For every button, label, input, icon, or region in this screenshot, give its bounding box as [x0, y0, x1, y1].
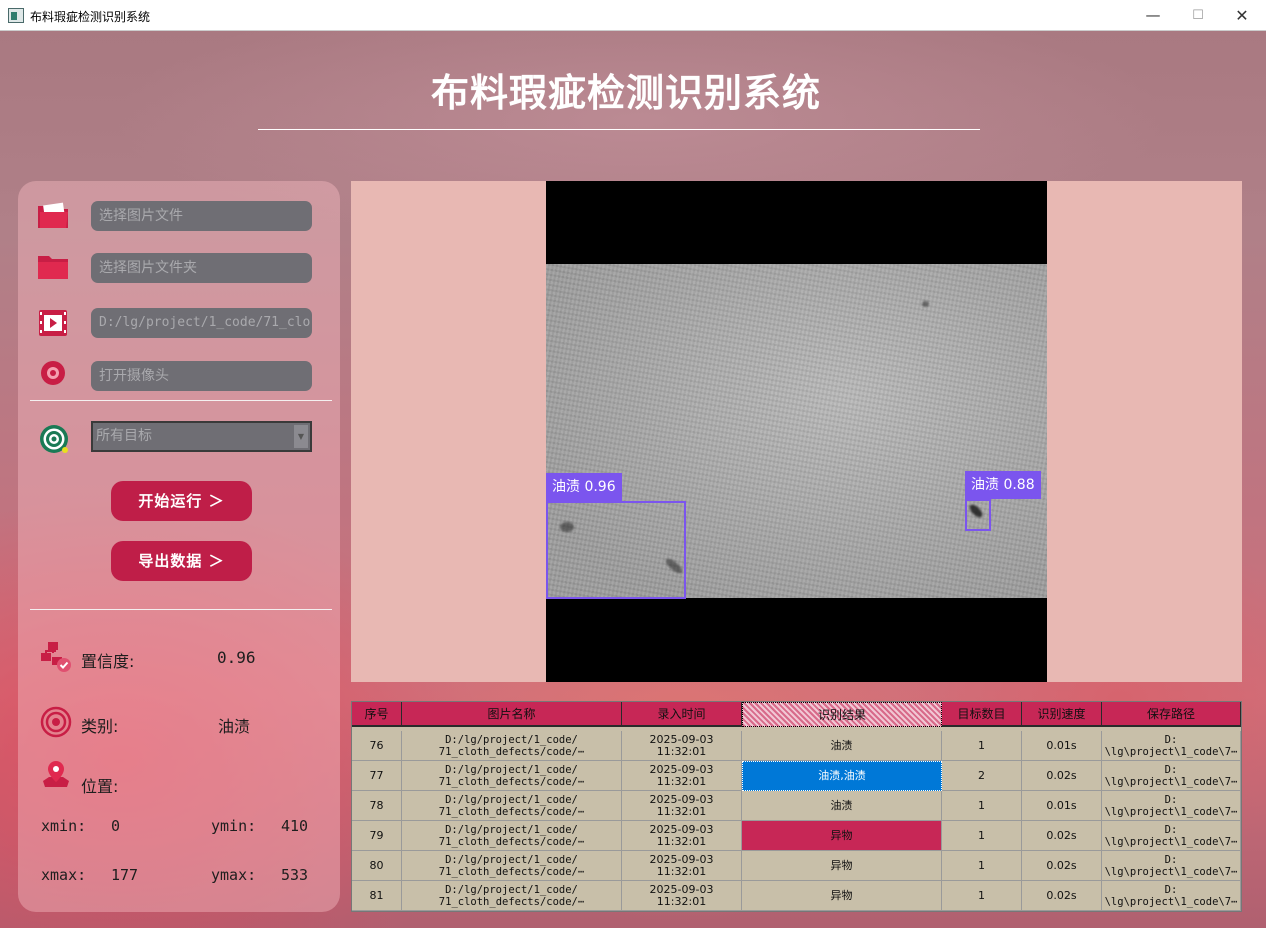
chevron-down-icon[interactable]: ▼	[294, 425, 308, 448]
table-cell-save-path[interactable]: D: \lg\project\1_code\7⋯	[1102, 761, 1241, 791]
folder-icon[interactable]	[36, 252, 70, 282]
column-header-target-count[interactable]: 目标数目	[942, 702, 1022, 727]
start-run-button[interactable]: 开始运行 ＞	[111, 481, 252, 521]
title-divider	[258, 129, 980, 130]
table-cell-image-name[interactable]: D:/lg/project/1_code/ 71_cloth_defects/c…	[402, 731, 622, 761]
table-cell-index[interactable]: 80	[352, 851, 402, 881]
table-cell-entry-time[interactable]: 2025-09-03 11:32:01	[622, 761, 742, 791]
window-titlebar: 布料瑕疵检测识别系统 — ☐ ✕	[0, 0, 1266, 31]
ymin-value: 410	[281, 817, 309, 835]
confidence-value: 0.96	[217, 648, 256, 667]
video-path-input[interactable]: D:/lg/project/1_code/71_clo	[91, 308, 312, 338]
table-cell-speed[interactable]: 0.02s	[1022, 821, 1102, 851]
ymin-label: ymin:	[211, 817, 257, 835]
table-cell-index[interactable]: 78	[352, 791, 402, 821]
table-cell-image-name[interactable]: D:/lg/project/1_code/ 71_cloth_defects/c…	[402, 761, 622, 791]
table-cell-target-count[interactable]: 1	[942, 731, 1022, 761]
table-cell-speed[interactable]: 0.02s	[1022, 851, 1102, 881]
close-button[interactable]: ✕	[1219, 0, 1265, 31]
table-cell-entry-time[interactable]: 2025-09-03 11:32:01	[622, 731, 742, 761]
column-header-result[interactable]: 识别结果	[742, 702, 942, 727]
table-cell-speed[interactable]: 0.02s	[1022, 881, 1102, 911]
category-icon	[40, 706, 72, 738]
table-cell-index[interactable]: 76	[352, 731, 402, 761]
table-cell-target-count[interactable]: 1	[942, 791, 1022, 821]
table-cell-speed[interactable]: 0.01s	[1022, 731, 1102, 761]
table-cell-result[interactable]: 油渍	[742, 791, 942, 821]
target-select[interactable]: 所有目标 ▼	[91, 421, 312, 452]
table-cell-result[interactable]: 油渍	[742, 731, 942, 761]
column-header-image-name[interactable]: 图片名称	[402, 702, 622, 727]
camera-input[interactable]: 打开摄像头	[91, 361, 312, 391]
target-icon	[40, 425, 68, 453]
ymax-label: ymax:	[211, 866, 257, 884]
table-cell-image-name[interactable]: D:/lg/project/1_code/ 71_cloth_defects/c…	[402, 881, 622, 911]
table-cell-save-path[interactable]: D: \lg\project\1_code\7⋯	[1102, 821, 1241, 851]
target-select-value: 所有目标	[96, 428, 152, 444]
table-cell-image-name[interactable]: D:/lg/project/1_code/ 71_cloth_defects/c…	[402, 821, 622, 851]
panel-divider	[30, 400, 332, 401]
table-cell-entry-time[interactable]: 2025-09-03 11:32:01	[622, 851, 742, 881]
confidence-icon	[41, 642, 71, 672]
position-label: 位置:	[81, 777, 119, 796]
image-file-icon[interactable]	[36, 200, 70, 230]
location-pin-icon	[43, 761, 69, 787]
page-title: 布料瑕疵检测识别系统	[430, 71, 821, 115]
app-icon	[8, 8, 24, 23]
detection-box	[965, 499, 991, 531]
table-cell-target-count[interactable]: 1	[942, 881, 1022, 911]
table-cell-save-path[interactable]: D: \lg\project\1_code\7⋯	[1102, 731, 1241, 761]
table-cell-image-name[interactable]: D:/lg/project/1_code/ 71_cloth_defects/c…	[402, 791, 622, 821]
video-icon[interactable]	[36, 308, 70, 338]
detection-box	[546, 501, 686, 599]
table-cell-entry-time[interactable]: 2025-09-03 11:32:01	[622, 821, 742, 851]
table-cell-target-count[interactable]: 2	[942, 761, 1022, 791]
export-data-button[interactable]: 导出数据 ＞	[111, 541, 252, 581]
table-cell-result[interactable]: 异物	[742, 851, 942, 881]
panel-divider	[30, 609, 332, 610]
maximize-button[interactable]: ☐	[1175, 0, 1221, 31]
table-cell-result[interactable]: 异物	[742, 881, 942, 911]
column-header-index[interactable]: 序号	[352, 702, 402, 727]
window-title: 布料瑕疵检测识别系统	[30, 10, 151, 24]
table-cell-save-path[interactable]: D: \lg\project\1_code\7⋯	[1102, 791, 1241, 821]
table-cell-target-count[interactable]: 1	[942, 851, 1022, 881]
category-label: 类别:	[81, 717, 119, 736]
xmax-value: 177	[111, 866, 139, 884]
column-header-speed[interactable]: 识别速度	[1022, 702, 1102, 727]
table-cell-entry-time[interactable]: 2025-09-03 11:32:01	[622, 881, 742, 911]
table-cell-target-count[interactable]: 1	[942, 821, 1022, 851]
table-cell-speed[interactable]: 0.01s	[1022, 791, 1102, 821]
table-cell-index[interactable]: 79	[352, 821, 402, 851]
minimize-button[interactable]: —	[1130, 0, 1176, 31]
table-cell-entry-time[interactable]: 2025-09-03 11:32:01	[622, 791, 742, 821]
xmax-label: xmax:	[41, 866, 87, 884]
category-value: 油渍	[218, 717, 251, 736]
detection-label: 油渍 0.96	[546, 473, 622, 501]
detection-label: 油渍 0.88	[965, 471, 1041, 499]
image-folder-input[interactable]: 选择图片文件夹	[91, 253, 312, 283]
table-cell-save-path[interactable]: D: \lg\project\1_code\7⋯	[1102, 881, 1241, 911]
table-cell-speed[interactable]: 0.02s	[1022, 761, 1102, 791]
ymax-value: 533	[281, 866, 309, 884]
column-header-save-path[interactable]: 保存路径	[1102, 702, 1241, 727]
column-header-entry-time[interactable]: 录入时间	[622, 702, 742, 727]
table-cell-image-name[interactable]: D:/lg/project/1_code/ 71_cloth_defects/c…	[402, 851, 622, 881]
image-file-input[interactable]: 选择图片文件	[91, 201, 312, 231]
xmin-label: xmin:	[41, 817, 87, 835]
camera-icon[interactable]	[36, 359, 70, 389]
table-cell-result[interactable]: 油渍,油渍	[742, 761, 942, 791]
table-cell-result[interactable]: 异物	[742, 821, 942, 851]
table-cell-save-path[interactable]: D: \lg\project\1_code\7⋯	[1102, 851, 1241, 881]
results-table[interactable]: 序号 图片名称 录入时间 识别结果 目标数目 识别速度 保存路径 76 D:/lg/projec…	[351, 701, 1242, 912]
detection-image: 油渍 0.96 油渍 0.88	[546, 181, 1047, 682]
confidence-label: 置信度:	[81, 652, 135, 671]
xmin-value: 0	[111, 817, 121, 835]
table-cell-index[interactable]: 77	[352, 761, 402, 791]
table-cell-index[interactable]: 81	[352, 881, 402, 911]
